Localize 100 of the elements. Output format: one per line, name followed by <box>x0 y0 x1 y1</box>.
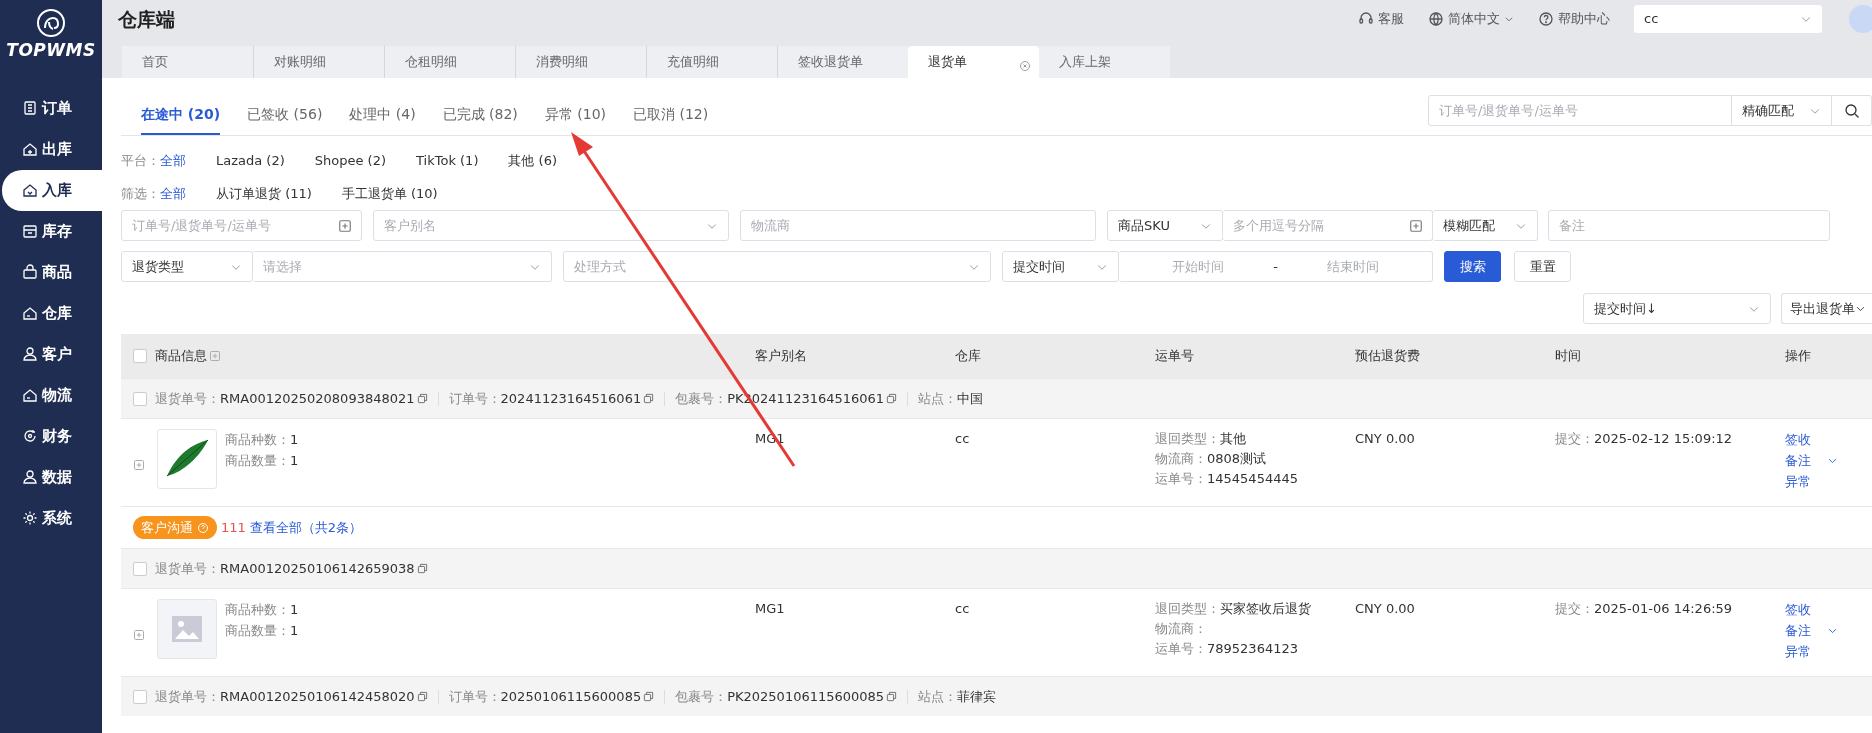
sidebar-item[interactable]: 客户 <box>2 333 102 375</box>
search-button[interactable] <box>1832 95 1872 126</box>
dropdown[interactable]: 模糊匹配 <box>1433 210 1538 241</box>
filter-option[interactable]: Lazada (2) <box>216 150 285 171</box>
order-field: 包裹号：PK20250106115600085 <box>675 686 885 707</box>
filter-option[interactable]: 全部 <box>160 150 186 171</box>
checkbox[interactable] <box>133 561 147 576</box>
page-tab[interactable]: 首页 <box>122 46 253 78</box>
product-quantity: 商品数量：1 <box>225 622 299 640</box>
sidebar-item[interactable]: 财务 <box>2 415 102 457</box>
gear-icon <box>22 510 38 526</box>
order-search-field[interactable]: 订单号/退货单号/运单号 <box>1428 95 1732 126</box>
order-field: 退货单号：RMA00120250106142659038 <box>155 558 415 579</box>
warehouse-name: cc <box>955 601 970 616</box>
checkbox[interactable] <box>133 349 147 363</box>
column-header: 预估退货费 <box>1355 348 1420 364</box>
match-mode-select[interactable]: 精确匹配 <box>1732 95 1832 126</box>
warehouse-name: cc <box>955 431 970 446</box>
sidebar-item[interactable]: 出库 <box>2 128 102 170</box>
sort-select[interactable]: 提交时间↓ <box>1583 293 1771 324</box>
page-tab[interactable]: 退货单 <box>908 46 1039 78</box>
reset-button[interactable]: 重置 <box>1514 251 1571 282</box>
status-tab[interactable]: 异常 (10) <box>544 96 607 135</box>
bag-icon <box>22 264 38 280</box>
shipping-info: 运单号：78952364123 <box>1155 641 1298 656</box>
action-link[interactable]: 异常 <box>1785 641 1811 662</box>
action-link[interactable]: 备注 <box>1785 450 1811 471</box>
avatar-icon[interactable] <box>1846 5 1872 33</box>
filter-option[interactable]: 其他 (6) <box>508 150 557 171</box>
text-field[interactable]: 备注 <box>1548 210 1830 241</box>
filter-option[interactable]: Shopee (2) <box>314 150 386 171</box>
message-count: 111 <box>221 518 246 537</box>
page-tab[interactable]: 对账明细 <box>253 46 384 78</box>
dropdown[interactable]: 退货类型 <box>121 251 253 282</box>
sidebar-item[interactable]: 订单 <box>2 87 102 129</box>
filter-label: 平台： <box>121 151 160 170</box>
page-tab[interactable]: 入库上架 <box>1039 46 1170 78</box>
page-title: 仓库端 <box>118 6 175 32</box>
account-select[interactable]: cc <box>1634 5 1822 33</box>
text-field[interactable]: 多个用逗号分隔 <box>1223 210 1433 241</box>
status-tab[interactable]: 在途中 (20) <box>141 96 221 135</box>
status-tab[interactable]: 已完成 (82) <box>442 96 518 135</box>
header-link[interactable]: 客服 <box>1358 9 1404 29</box>
submit-time: 提交：2025-01-06 14:26:59 <box>1555 601 1733 616</box>
filter-option[interactable]: 全部 <box>160 183 186 204</box>
sidebar-item[interactable]: 物流 <box>2 374 102 416</box>
shipping-info: 物流商：0808测试 <box>1155 451 1267 466</box>
status-tab[interactable]: 已签收 (56) <box>247 96 323 135</box>
sidebar-item[interactable]: 仓库 <box>2 292 102 334</box>
order-field: 订单号：20250106115600085 <box>448 686 642 707</box>
estimated-fee: CNY 0.00 <box>1355 431 1415 446</box>
status-tab[interactable]: 已取消 (12) <box>633 96 709 135</box>
expand-icon <box>133 459 145 471</box>
page-tab[interactable]: 签收退货单 <box>777 46 908 78</box>
house-arrow-icon <box>22 182 38 198</box>
action-link[interactable]: 签收 <box>1785 599 1811 620</box>
column-header: 时间 <box>1555 348 1581 364</box>
sidebar-item[interactable]: 入库 <box>2 169 102 211</box>
view-all-link[interactable]: 查看全部（共2条） <box>249 517 363 538</box>
sidebar-item[interactable]: 数据 <box>2 456 102 498</box>
filter-option[interactable]: TikTok (1) <box>416 150 479 171</box>
text-field[interactable]: 订单号/退货单号/运单号 <box>121 210 362 241</box>
order-field: 站点：中国 <box>918 388 984 409</box>
action-link[interactable]: 备注 <box>1785 620 1811 641</box>
search-button[interactable]: 搜索 <box>1444 251 1501 282</box>
expand-icon <box>133 629 145 641</box>
end-date-field[interactable]: 结束时间 <box>1283 255 1422 278</box>
action-link[interactable]: 签收 <box>1785 429 1811 450</box>
action-link[interactable]: 异常 <box>1785 471 1811 492</box>
checkbox[interactable] <box>133 689 147 704</box>
page-tab[interactable]: 消费明细 <box>515 46 646 78</box>
status-tab[interactable]: 处理中 (4) <box>349 96 416 135</box>
search-icon <box>1843 102 1860 119</box>
dropdown[interactable]: 商品SKU <box>1107 210 1223 241</box>
shipping-info: 退回类型：其他 <box>1155 431 1246 446</box>
person-icon <box>22 469 38 485</box>
cycle-icon <box>22 428 38 444</box>
house-arrow-icon <box>22 141 38 157</box>
export-button[interactable]: 导出退货单 <box>1781 293 1872 324</box>
page-tab[interactable]: 充值明细 <box>646 46 777 78</box>
filter-option[interactable]: 手工退货单 (10) <box>341 183 438 204</box>
dropdown[interactable]: 提交时间 <box>1002 251 1119 282</box>
submit-time: 提交：2025-02-12 15:09:12 <box>1555 431 1733 446</box>
sidebar-item[interactable]: 系统 <box>2 497 102 539</box>
filter-option[interactable]: 从订单退货 (11) <box>216 183 312 204</box>
product-quantity: 商品数量：1 <box>225 452 299 470</box>
page-tab[interactable]: 仓租明细 <box>384 46 515 78</box>
header-link[interactable]: 帮助中心 <box>1538 9 1610 29</box>
range-separator: - <box>1272 257 1279 276</box>
start-date-field[interactable]: 开始时间 <box>1129 255 1268 278</box>
date-range-field[interactable]: 开始时间 - 结束时间 <box>1119 251 1433 282</box>
text-field[interactable]: 物流商 <box>740 210 1096 241</box>
order-field: 站点：菲律宾 <box>918 686 997 707</box>
sidebar-item[interactable]: 库存 <box>2 210 102 252</box>
column-header: 客户别名 <box>755 348 807 364</box>
header-link[interactable]: 简体中文 <box>1428 9 1514 29</box>
checkbox[interactable] <box>133 391 147 406</box>
house-icon <box>22 387 38 403</box>
sidebar-item[interactable]: 商品 <box>2 251 102 293</box>
person-icon <box>22 346 38 362</box>
